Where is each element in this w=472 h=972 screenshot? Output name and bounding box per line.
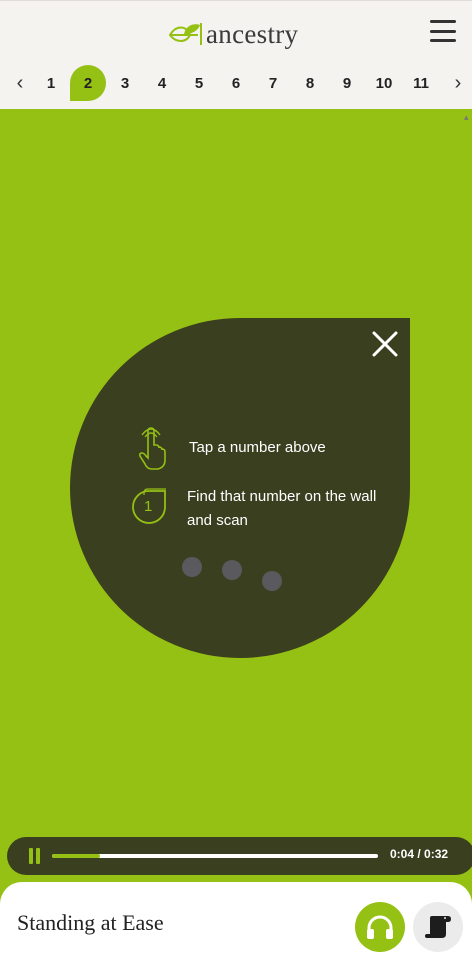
step-dot (262, 571, 282, 591)
instruction-tap-text: Tap a number above (189, 439, 326, 456)
hamburger-menu-icon[interactable] (430, 20, 456, 42)
number-tab-3[interactable]: 3 (107, 65, 143, 101)
time-readout: 0:04 / 0:32 (390, 847, 449, 861)
audio-player: 0:04 / 0:32 (7, 837, 472, 875)
chevron-left-icon[interactable]: ‹ (10, 71, 30, 95)
number-tab-4[interactable]: 4 (144, 65, 180, 101)
number-tab-9[interactable]: 9 (329, 65, 365, 101)
instruction-scan-text: Find that number on the wall and scan (187, 488, 377, 529)
leaf-icon (168, 23, 202, 45)
number-leaf-label: 1 (144, 498, 153, 515)
now-playing-bar: Standing at Ease (0, 882, 472, 972)
pause-icon[interactable] (29, 848, 41, 864)
number-tab-10[interactable]: 10 (366, 65, 402, 101)
tap-hand-icon (138, 427, 166, 470)
audio-button[interactable] (355, 902, 405, 952)
transcript-button[interactable] (413, 902, 463, 952)
chevron-right-icon[interactable]: › (448, 71, 468, 95)
instruction-row-scan: 1 Find that number on the wall and scan (132, 485, 382, 533)
scroll-indicator: ▴ (464, 112, 469, 122)
number-tab-6[interactable]: 6 (218, 65, 254, 101)
scroll-document-icon (425, 916, 451, 938)
headphones-icon (367, 915, 393, 939)
number-tab-11[interactable]: 11 (403, 65, 439, 101)
progress-fill (52, 854, 100, 858)
track-title: Standing at Ease (17, 910, 164, 935)
step-dot (222, 560, 242, 580)
number-selector: ‹ 1 2 3 4 5 6 7 8 9 10 11 › (0, 65, 472, 101)
number-tab-7[interactable]: 7 (255, 65, 291, 101)
app-header: ancestry ‹ 1 2 3 4 5 6 7 8 9 10 11 › (0, 0, 472, 109)
logo-text: ancestry (206, 18, 299, 49)
progress-track[interactable] (52, 854, 378, 858)
instruction-row-tap: Tap a number above (134, 427, 326, 471)
number-tab-5[interactable]: 5 (181, 65, 217, 101)
number-leaf-icon: 1 (132, 485, 168, 525)
number-tab-1[interactable]: 1 (33, 65, 69, 101)
number-tab-2[interactable]: 2 (70, 65, 106, 101)
number-tab-8[interactable]: 8 (292, 65, 328, 101)
ancestry-logo[interactable]: ancestry (168, 17, 298, 51)
close-icon[interactable] (371, 330, 399, 358)
step-dot (182, 557, 202, 577)
